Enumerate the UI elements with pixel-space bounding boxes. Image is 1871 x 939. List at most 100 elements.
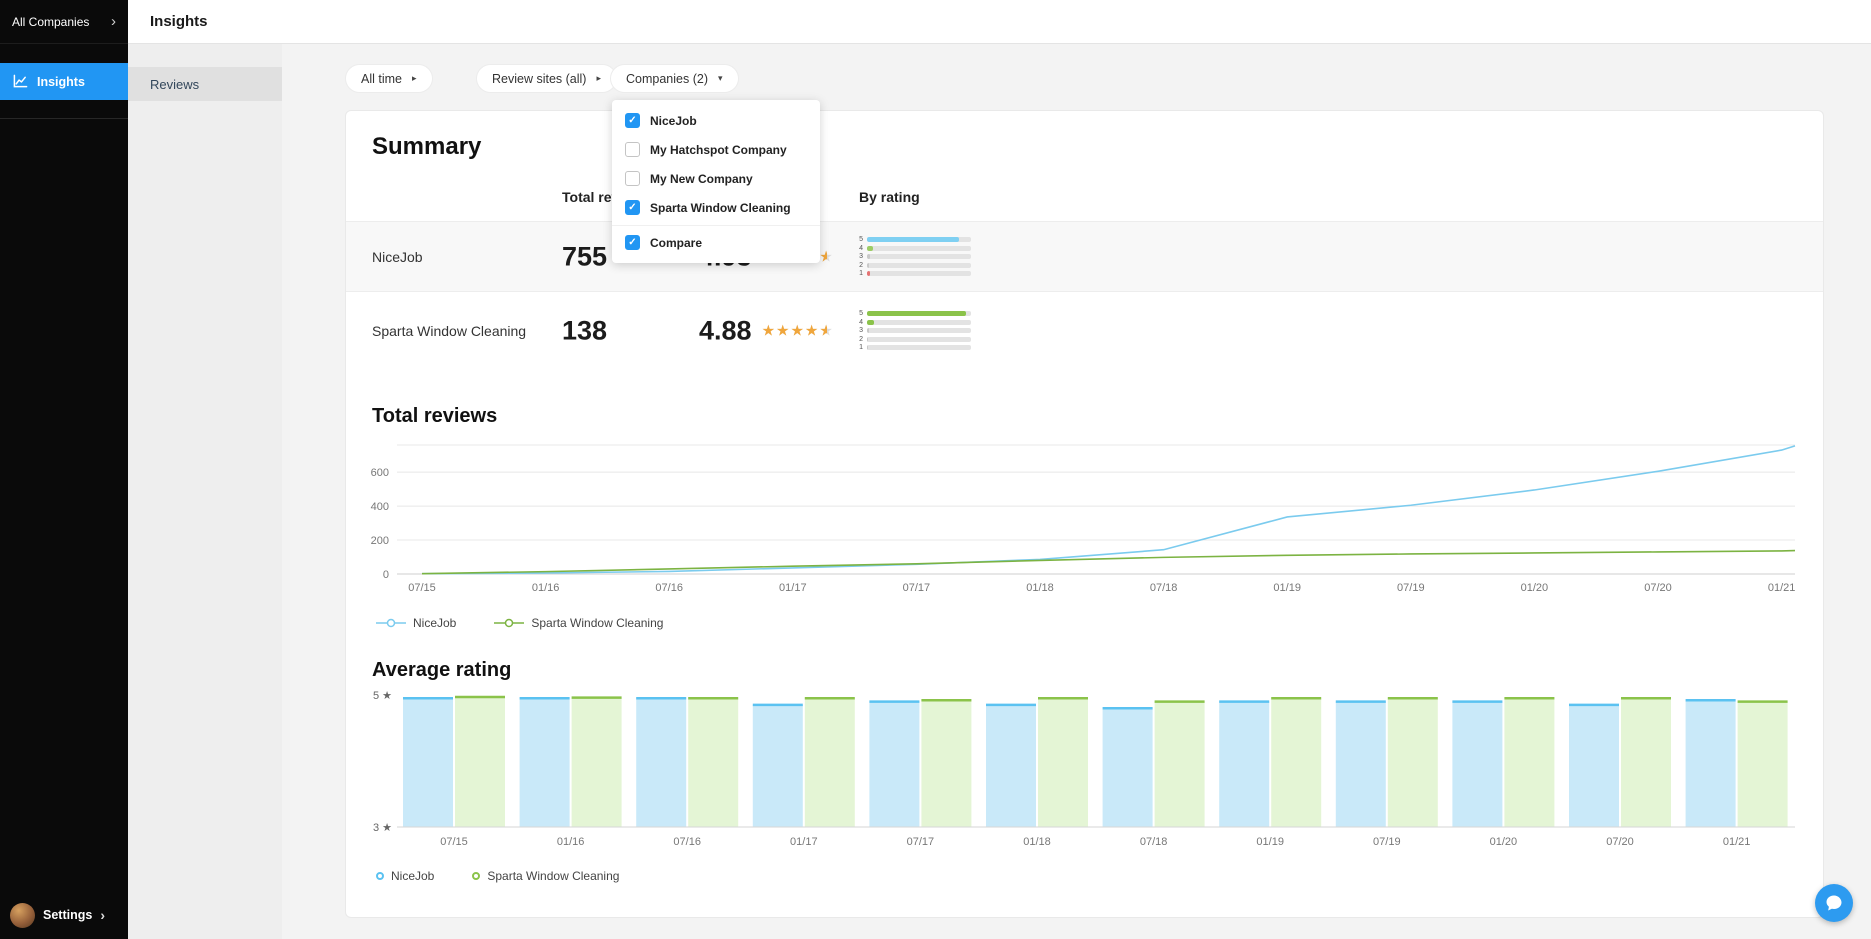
svg-text:200: 200 [371,535,389,547]
svg-text:07/15: 07/15 [408,582,436,594]
by-rating-bars: 54321 [856,235,971,279]
svg-text:400: 400 [371,501,389,513]
legend-line-marker-icon [376,618,406,628]
filter-companies-label: Companies (2) [626,71,708,86]
svg-text:01/17: 01/17 [790,836,818,848]
legend-label: Sparta Window Cleaning [487,869,620,883]
checkbox-checked-icon[interactable]: ✓ [625,235,640,250]
rating-bar-track [867,319,971,325]
legend-label: NiceJob [413,616,457,630]
main-content: All time ▸ Review sites (all) ▸ Companie… [282,44,1871,939]
sidebar-item-insights[interactable]: Insights [0,63,128,100]
subnav-item-reviews[interactable]: Reviews [128,67,282,101]
svg-text:07/20: 07/20 [1606,836,1634,848]
legend-line-marker-icon [494,618,525,628]
rating-bar-track [867,336,971,342]
rating-bar-label: 2 [859,335,863,343]
star-rating-icon: ★★★★★★★★★★ [761,322,834,339]
svg-text:01/17: 01/17 [779,582,807,594]
checkbox-checked-icon[interactable]: ✓ [625,200,640,215]
total-reviews-line-chart: 0 200 400 600 07/15 01/16 07/16 01/17 07/17 01/18… [352,439,1800,602]
chat-bubble-icon [1824,893,1844,913]
svg-text:01/19: 01/19 [1256,836,1284,848]
line-chart-legend: NiceJob Sparta Window Cleaning [376,616,663,630]
svg-text:07/16: 07/16 [655,582,683,594]
dropdown-option-my-new-company[interactable]: My New Company [612,164,820,193]
dropdown-option-nicejob[interactable]: ✓ NiceJob [612,106,820,135]
sidebar-divider [0,118,128,119]
by-rating-bars: 54321 [856,309,971,353]
company-switcher[interactable]: All Companies › [0,0,128,44]
average-rating-bar-chart: 5 ★ 3 ★ 07/15 01/16 07/16 01/17 07/17 01/18 07/1… [352,683,1800,860]
checkbox-unchecked-icon[interactable] [625,142,640,157]
company-name: Sparta Window Cleaning [372,322,527,339]
chevron-right-icon: ▸ [411,73,417,83]
secondary-sidebar: Reviews [128,44,282,939]
summary-table: NiceJob7554.93★★★★★★★★★★54321Sparta Wind… [346,221,1823,369]
rating-bar-label: 4 [859,244,863,252]
rating-bar-track [867,345,971,350]
bar-chart-legend: NiceJob Sparta Window Cleaning [376,869,619,883]
insights-chart-icon [13,74,28,89]
dropdown-option-sparta-window-cleaning[interactable]: ✓ Sparta Window Cleaning [612,193,820,222]
rating-bar-track [867,237,971,242]
total-reviews-value: 755 [562,241,608,271]
svg-text:600: 600 [371,467,389,479]
filter-companies-button[interactable]: Companies (2) ▾ [610,64,739,93]
svg-text:5 ★: 5 ★ [373,690,392,702]
dropdown-option-compare[interactable]: ✓ Compare [612,225,820,257]
dropdown-option-label: Sparta Window Cleaning [650,200,791,215]
rating-bar-label: 5 [859,310,863,317]
legend-item-nicejob[interactable]: NiceJob [376,869,434,883]
dropdown-option-label: My Hatchspot Company [650,142,787,157]
dropdown-option-my-hatchspot-company[interactable]: My Hatchspot Company [612,135,820,164]
rating-bar-label: 1 [859,344,863,351]
app-root: All Companies › Insights Settings › Insi… [0,0,1871,939]
legend-item-sparta-window-cleaning[interactable]: Sparta Window Cleaning [472,869,619,883]
svg-text:01/16: 01/16 [557,836,585,848]
dropdown-option-label: NiceJob [650,113,697,128]
main-sidebar: All Companies › Insights Settings › [0,0,128,939]
legend-item-sparta-window-cleaning[interactable]: Sparta Window Cleaning [494,616,663,630]
company-switcher-label: All Companies [12,14,90,29]
legend-circle-marker-icon [472,872,481,880]
summary-row-nicejob: NiceJob7554.93★★★★★★★★★★54321 [346,221,1823,291]
svg-text:07/17: 07/17 [907,836,935,848]
rating-bar-track [867,254,971,259]
dropdown-option-label: Compare [650,235,703,250]
svg-text:01/20: 01/20 [1490,836,1518,848]
average-rating-cell: 4.88 ★★★★★★★★★★ [699,315,834,346]
filter-review-sites-button[interactable]: Review sites (all) ▸ [476,64,617,93]
svg-text:01/18: 01/18 [1026,582,1054,594]
average-rating-value: 4.88 [699,315,752,345]
rating-bar-track [867,271,971,276]
svg-text:01/16: 01/16 [532,582,560,594]
svg-text:07/20: 07/20 [1644,582,1672,594]
svg-text:3 ★: 3 ★ [373,822,392,834]
summary-row-sparta-window-cleaning: Sparta Window Cleaning 138 4.88 ★★★★★★★★★★ 5… [346,291,1823,369]
checkbox-unchecked-icon[interactable] [625,171,640,186]
rating-bar-track [867,328,971,333]
checkbox-checked-icon[interactable]: ✓ [625,113,640,128]
svg-text:07/15: 07/15 [440,836,468,848]
svg-text:0: 0 [383,569,389,581]
subnav-item-label: Reviews [150,76,200,92]
rating-bar-label: 1 [859,270,863,277]
svg-text:01/19: 01/19 [1273,582,1301,594]
rating-bar-track [867,262,971,268]
svg-text:07/19: 07/19 [1373,836,1401,848]
rating-bar-label: 3 [859,253,863,260]
svg-text:07/17: 07/17 [903,582,931,594]
svg-text:07/18: 07/18 [1140,836,1168,848]
legend-label: NiceJob [391,869,435,883]
filter-time-button[interactable]: All time ▸ [345,64,433,93]
chat-launcher-button[interactable] [1815,884,1853,922]
legend-item-nicejob[interactable]: NiceJob [376,616,456,630]
chevron-right-icon: › [100,907,105,923]
company-name: NiceJob [372,248,423,265]
svg-text:07/16: 07/16 [673,836,701,848]
sidebar-item-label: Insights [37,74,85,89]
settings-button[interactable]: Settings › [0,891,128,939]
total-reviews-value: 138 [562,315,608,345]
svg-text:01/18: 01/18 [1023,836,1051,848]
